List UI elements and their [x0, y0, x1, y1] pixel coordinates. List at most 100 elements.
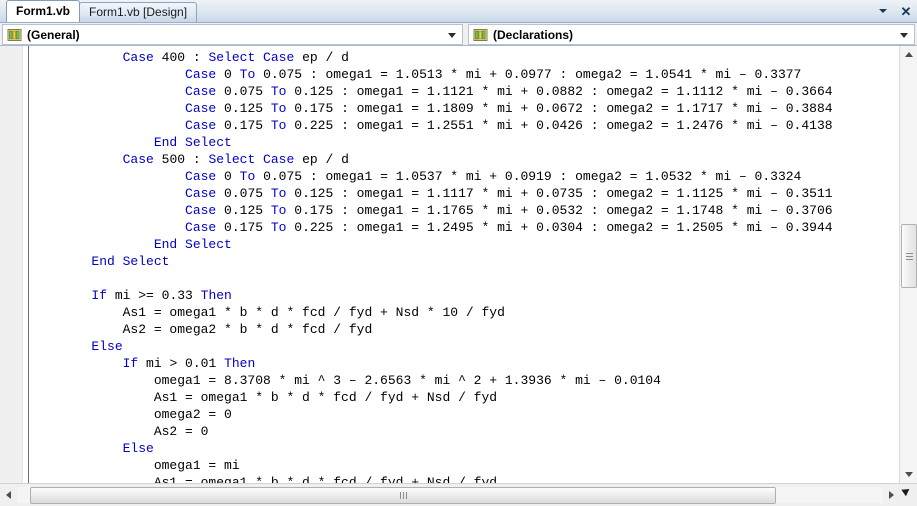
document-tabs: Form1.vb Form1.vb [Design] [6, 0, 198, 22]
code-keyword: End Select [153, 237, 232, 252]
module-icon [7, 28, 23, 42]
code-keyword: To [270, 84, 287, 99]
code-lines: Case 400 : Select Case ep / d Case 0 To … [29, 49, 833, 483]
document-tab-strip: Form1.vb Form1.vb [Design] ✕ [0, 0, 917, 23]
code-keyword: To [270, 220, 287, 235]
code-line: As1 = omega1 * b * d * fcd / fyd + Nsd /… [29, 474, 833, 483]
tab-form1-vb-design[interactable]: Form1.vb [Design] [79, 2, 198, 22]
code-text: ep / d [294, 152, 349, 167]
code-line: omega2 = 0 [29, 406, 833, 423]
code-text: 400 : [153, 50, 209, 65]
code-keyword: Case [185, 84, 217, 99]
code-line: Case 0.175 To 0.225 : omega1 = 1.2551 * … [29, 117, 833, 134]
code-text: omega1 = 8.3708 * mi ^ 3 – 2.6563 * mi ^… [29, 373, 661, 388]
vertical-scrollbar[interactable] [899, 46, 917, 483]
chevron-down-icon[interactable] [448, 32, 456, 38]
horizontal-scrollbar[interactable] [0, 483, 917, 506]
code-line: As2 = omega2 * b * d * fcd / fyd [29, 321, 833, 338]
code-keyword: Case [185, 186, 217, 201]
code-text: 0 [216, 67, 240, 82]
triangle-right-icon [889, 491, 894, 499]
code-text: 0.125 : omega1 = 1.1121 * mi + 0.0882 : … [286, 84, 833, 99]
scroll-down-button[interactable] [900, 466, 917, 483]
scroll-up-button[interactable] [900, 46, 917, 63]
code-line: End Select [29, 134, 833, 151]
tab-label: Form1.vb [Design] [89, 5, 188, 19]
close-document-button[interactable]: ✕ [899, 4, 913, 18]
code-keyword: Case [185, 169, 217, 184]
code-keyword: Case [185, 203, 217, 218]
code-text: 0.125 : omega1 = 1.1117 * mi + 0.0735 : … [286, 186, 833, 201]
code-keyword: To [270, 118, 287, 133]
code-keyword: To [270, 203, 287, 218]
code-line: As1 = omega1 * b * d * fcd / fyd + Nsd /… [29, 389, 833, 406]
code-line: omega1 = mi [29, 457, 833, 474]
code-text: 0.225 : omega1 = 1.2551 * mi + 0.0426 : … [286, 118, 833, 133]
code-text: As1 = omega1 * b * d * fcd / fyd + Nsd *… [29, 305, 505, 320]
tab-form1-vb[interactable]: Form1.vb [6, 0, 81, 22]
horizontal-scrollbar-track[interactable] [17, 487, 883, 504]
class-dropdown-value: (General) [27, 27, 80, 42]
horizontal-scrollbar-thumb[interactable] [30, 487, 776, 504]
triangle-up-icon [904, 52, 913, 57]
member-dropdown[interactable]: (Declarations) [468, 24, 915, 45]
code-text: mi > 0.01 [138, 356, 225, 371]
chevron-down-icon[interactable] [900, 32, 908, 38]
code-text: ep / d [294, 50, 349, 65]
triangle-down-icon [904, 472, 913, 477]
code-text: 0.125 [216, 101, 271, 116]
code-line: Case 0.125 To 0.175 : omega1 = 1.1765 * … [29, 202, 833, 219]
code-keyword: To [239, 169, 256, 184]
code-line: If mi >= 0.33 Then [29, 287, 833, 304]
code-keyword: Case [185, 101, 217, 116]
code-line: Case 0.075 To 0.125 : omega1 = 1.1117 * … [29, 185, 833, 202]
code-line: End Select [29, 253, 833, 270]
code-keyword: Case [185, 118, 217, 133]
close-icon: ✕ [900, 3, 912, 19]
triangle-left-icon [6, 491, 11, 499]
scroll-right-button[interactable] [883, 484, 900, 506]
code-text: As1 = omega1 * b * d * fcd / fyd + Nsd /… [29, 475, 498, 483]
code-keyword: Select Case [208, 50, 295, 65]
indicator-margin[interactable] [0, 46, 23, 483]
code-keyword: To [270, 186, 287, 201]
code-line: Else [29, 338, 833, 355]
code-line: As2 = 0 [29, 423, 833, 440]
code-text: 500 : [153, 152, 209, 167]
code-text: 0.225 : omega1 = 1.2495 * mi + 0.0304 : … [286, 220, 833, 235]
code-keyword: Case [185, 220, 217, 235]
vertical-scrollbar-thumb[interactable] [901, 224, 917, 288]
code-line: Else [29, 440, 833, 457]
code-navigation-bar: (General) (Declarations) [0, 23, 917, 46]
code-keyword: Case [185, 67, 217, 82]
code-text-area[interactable]: Case 400 : Select Case ep / d Case 0 To … [29, 46, 899, 483]
code-keyword: Case [122, 152, 154, 167]
code-line: omega1 = 8.3708 * mi ^ 3 – 2.6563 * mi ^… [29, 372, 833, 389]
grip-icon [399, 492, 407, 499]
tab-label: Form1.vb [16, 4, 71, 18]
code-keyword: To [270, 101, 287, 116]
code-text: As1 = omega1 * b * d * fcd / fyd + Nsd /… [29, 390, 498, 405]
window-list-button[interactable] [876, 4, 890, 18]
class-dropdown[interactable]: (General) [2, 24, 463, 45]
code-text: 0.075 : omega1 = 1.0537 * mi + 0.0919 : … [255, 169, 802, 184]
code-text: 0.075 [216, 84, 271, 99]
code-line: As1 = omega1 * b * d * fcd / fyd + Nsd *… [29, 304, 833, 321]
code-keyword: Then [200, 288, 232, 303]
code-text: As2 = omega2 * b * d * fcd / fyd [29, 322, 373, 337]
code-editor: Case 400 : Select Case ep / d Case 0 To … [0, 46, 917, 483]
code-text: 0.175 : omega1 = 1.1809 * mi + 0.0672 : … [286, 101, 833, 116]
scroll-left-button[interactable] [0, 484, 17, 506]
code-keyword: Case [122, 50, 154, 65]
